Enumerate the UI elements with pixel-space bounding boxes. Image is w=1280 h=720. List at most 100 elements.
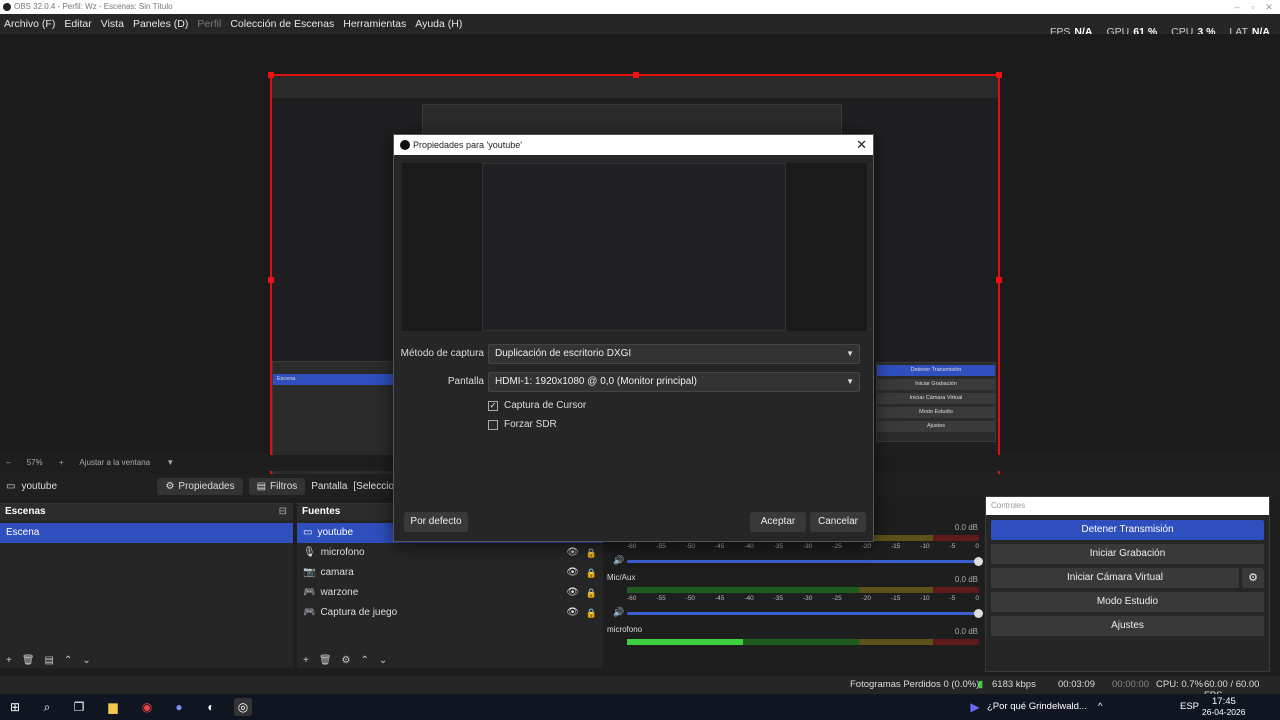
resize-handle-tl[interactable] bbox=[268, 72, 274, 78]
accept-button[interactable]: Aceptar bbox=[750, 512, 806, 532]
resize-handle-r[interactable] bbox=[996, 277, 1002, 283]
search-icon[interactable]: ⌕ bbox=[38, 698, 56, 716]
move-down-icon[interactable]: ⌄ bbox=[82, 655, 90, 666]
checkbox-unchecked-icon[interactable] bbox=[488, 419, 498, 430]
capture-cursor-checkbox[interactable]: ✓ Captura de Cursor bbox=[488, 400, 586, 411]
lock-icon[interactable]: 🔒 bbox=[586, 543, 597, 563]
cancel-button[interactable]: Cancelar bbox=[810, 512, 866, 532]
properties-button[interactable]: ⚙ Propiedades bbox=[157, 477, 243, 495]
resize-handle-l[interactable] bbox=[268, 277, 274, 283]
meter-ticks: -60 -55 -50 -45 -40 -35 -30 -25 -20 -15 -10 -5 0 bbox=[627, 543, 979, 550]
filters-button[interactable]: ▤ Filtros bbox=[248, 477, 306, 495]
meter-tick-label: -55 bbox=[656, 543, 666, 550]
scenes-toolbar: + 🗑 ▤ ⌃ ⌄ bbox=[0, 652, 293, 668]
virtual-camera-settings-gear-icon[interactable]: ⚙ bbox=[1242, 568, 1264, 588]
task-view-icon[interactable]: ❐ bbox=[70, 698, 88, 716]
scene-item[interactable]: Escena bbox=[0, 523, 293, 543]
scenes-dock: Escenas ⊟ Escena + 🗑 ▤ ⌃ ⌄ bbox=[0, 503, 293, 668]
lock-icon[interactable]: 🔒 bbox=[586, 563, 597, 583]
volume-knob[interactable] bbox=[974, 557, 983, 566]
start-recording-button[interactable]: Iniciar Grabación bbox=[991, 544, 1264, 564]
meter-tick-label: -25 bbox=[832, 543, 842, 550]
zoom-dropdown-icon[interactable]: ▼ bbox=[166, 458, 174, 467]
force-sdr-checkbox[interactable]: Forzar SDR bbox=[488, 419, 557, 430]
meter-tick-label: -40 bbox=[744, 595, 754, 602]
eye-icon[interactable]: 👁 bbox=[566, 583, 579, 603]
zoom-minus-icon[interactable]: – bbox=[6, 458, 10, 467]
close-icon[interactable]: ✕ bbox=[1262, 0, 1276, 14]
speaker-icon[interactable]: 🔊 bbox=[613, 555, 624, 566]
volume-meter bbox=[627, 587, 979, 593]
menu-paneles[interactable]: Paneles (D) bbox=[133, 18, 188, 30]
menu-herramientas[interactable]: Herramientas bbox=[343, 18, 406, 30]
volume-meter bbox=[627, 639, 979, 645]
dialog-titlebar: Propiedades para 'youtube' ✕ bbox=[394, 135, 873, 155]
source-item[interactable]: 🎮 Captura de juego 👁 🔒 bbox=[297, 603, 603, 623]
eye-icon[interactable]: 👁 bbox=[566, 563, 579, 583]
remove-scene-icon[interactable]: 🗑 bbox=[22, 655, 35, 666]
move-up-icon[interactable]: ⌃ bbox=[64, 655, 72, 666]
zoom-mode[interactable]: Ajustar a la ventana bbox=[79, 458, 150, 467]
language-indicator[interactable]: ESP bbox=[1180, 701, 1199, 712]
zoom-plus-icon[interactable]: + bbox=[59, 458, 64, 467]
speaker-icon[interactable]: 🔊 bbox=[613, 607, 624, 618]
volume-slider[interactable] bbox=[627, 557, 983, 566]
lock-icon[interactable]: 🔒 bbox=[586, 603, 597, 623]
channel-name: microfono bbox=[607, 625, 643, 634]
stop-stream-button[interactable]: Detener Transmisión bbox=[991, 520, 1264, 540]
settings-button[interactable]: Ajustes bbox=[991, 616, 1264, 636]
maximize-icon[interactable]: ▫ bbox=[1246, 0, 1260, 14]
minimize-icon[interactable]: – bbox=[1230, 0, 1244, 14]
app-icon[interactable]: ◐ bbox=[202, 698, 220, 716]
dialog-close-icon[interactable]: ✕ bbox=[856, 135, 867, 155]
clock-date[interactable]: 26-04-2026 bbox=[1202, 707, 1245, 717]
defaults-button[interactable]: Por defecto bbox=[404, 512, 468, 532]
clock-time[interactable]: 17:45 bbox=[1212, 696, 1236, 707]
channel-db: 0.0 dB bbox=[954, 575, 978, 584]
windows-start-icon[interactable]: ⊞ bbox=[6, 698, 24, 716]
eye-icon[interactable]: 👁 bbox=[566, 603, 579, 623]
filters-scene-icon[interactable]: ▤ bbox=[45, 655, 54, 666]
move-up-icon[interactable]: ⌃ bbox=[361, 655, 369, 666]
resize-handle-t[interactable] bbox=[633, 72, 639, 78]
discord-icon[interactable]: ● bbox=[170, 698, 188, 716]
tray-chevron-icon[interactable]: ^ bbox=[1098, 701, 1102, 712]
menu-coleccion-escenas[interactable]: Colección de Escenas bbox=[230, 18, 334, 30]
chevron-down-icon: ▼ bbox=[846, 377, 854, 386]
source-item[interactable]: 🎮 warzone 👁 🔒 bbox=[297, 583, 603, 603]
volume-slider[interactable] bbox=[627, 609, 983, 618]
menu-editar[interactable]: Editar bbox=[64, 18, 91, 30]
volume-knob[interactable] bbox=[974, 609, 983, 618]
menu-ayuda[interactable]: Ayuda (H) bbox=[415, 18, 462, 30]
checkbox-checked-icon[interactable]: ✓ bbox=[488, 400, 498, 411]
rec-time: 00:00:00 bbox=[1112, 679, 1149, 690]
resize-handle-tr[interactable] bbox=[996, 72, 1002, 78]
obs-taskbar-icon[interactable]: ◎ bbox=[234, 698, 252, 716]
start-virtual-camera-button[interactable]: Iniciar Cámara Virtual bbox=[991, 568, 1239, 588]
move-down-icon[interactable]: ⌄ bbox=[379, 655, 387, 666]
menu-perfil[interactable]: Perfil bbox=[197, 18, 221, 30]
meter-tick-label: -15 bbox=[890, 543, 901, 550]
bitrate: 6183 kbps bbox=[992, 679, 1036, 690]
dock-float-icon[interactable]: ⊟ bbox=[279, 504, 287, 520]
add-source-icon[interactable]: + bbox=[303, 655, 309, 666]
meter-tick-label: -60 bbox=[627, 543, 637, 550]
eye-icon[interactable]: 👁 bbox=[566, 543, 579, 563]
source-item[interactable]: 🎙 microfono 👁 🔒 bbox=[297, 543, 603, 563]
remove-source-icon[interactable]: 🗑 bbox=[319, 655, 332, 666]
chrome-icon[interactable]: ◉ bbox=[138, 698, 156, 716]
capture-preview-image bbox=[482, 163, 786, 331]
display-select[interactable]: HDMI-1: 1920x1080 @ 0,0 (Monitor princip… bbox=[488, 372, 860, 392]
meter-tick-label: -35 bbox=[773, 543, 784, 550]
studio-mode-button[interactable]: Modo Estudio bbox=[991, 592, 1264, 612]
add-scene-icon[interactable]: + bbox=[6, 655, 12, 666]
menu-vista[interactable]: Vista bbox=[101, 18, 124, 30]
file-explorer-icon[interactable]: ▆ bbox=[104, 698, 122, 716]
capture-method-select[interactable]: Duplicación de escritorio DXGI ▼ bbox=[488, 344, 860, 364]
source-item[interactable]: 📷 camara 👁 🔒 bbox=[297, 563, 603, 583]
menu-archivo[interactable]: Archivo (F) bbox=[4, 18, 55, 30]
lock-icon[interactable]: 🔒 bbox=[586, 583, 597, 603]
notification-text[interactable]: ¿Por qué Grindelwald... bbox=[987, 701, 1087, 712]
source-settings-icon[interactable]: ⚙ bbox=[342, 655, 351, 666]
recursive-preview-menubar bbox=[272, 76, 998, 98]
